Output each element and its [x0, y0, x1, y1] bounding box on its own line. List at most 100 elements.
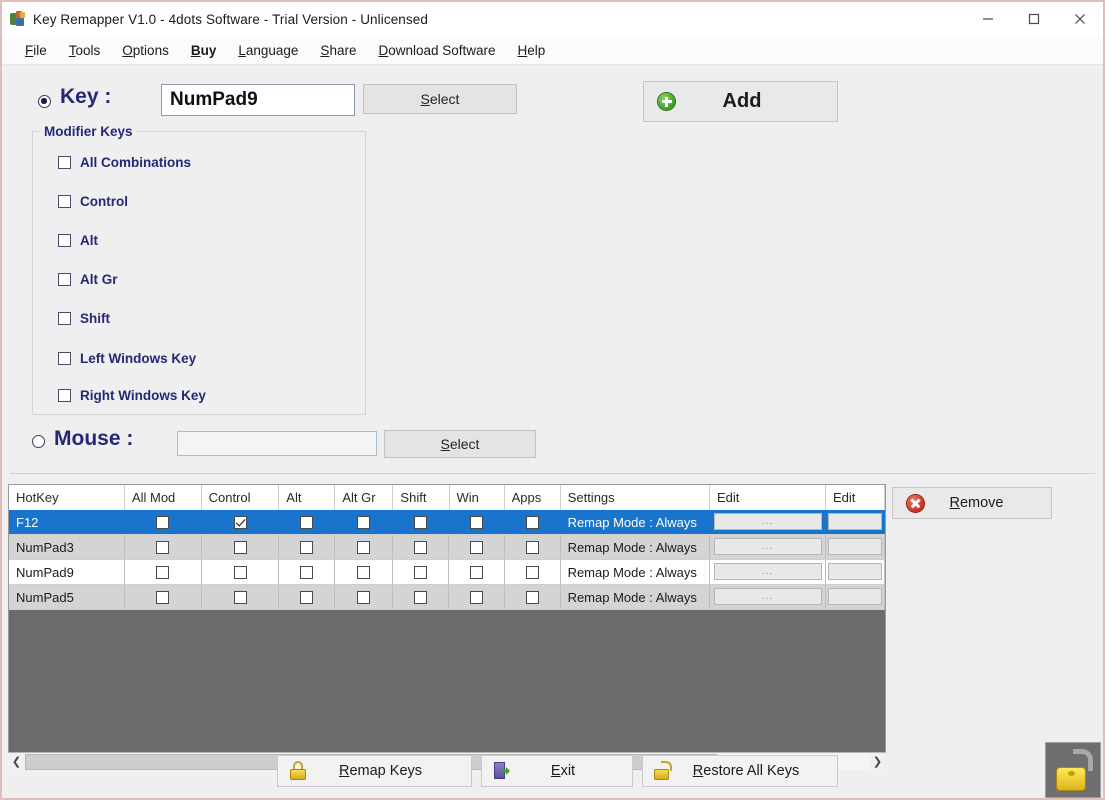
checkbox-icon[interactable]	[526, 541, 539, 554]
remove-button[interactable]: Remove	[892, 487, 1052, 519]
grid-col-all-mod[interactable]: All Mod	[125, 485, 202, 510]
menu-item-download-software[interactable]: Download Software	[367, 40, 506, 61]
cell-win[interactable]	[449, 560, 504, 584]
menu-item-help[interactable]: Help	[507, 40, 557, 61]
checkbox-icon[interactable]	[156, 516, 169, 529]
checkbox-icon[interactable]	[58, 234, 71, 247]
menu-item-options[interactable]: Options	[111, 40, 180, 61]
cell-edit-2[interactable]	[826, 585, 885, 609]
menu-item-tools[interactable]: Tools	[58, 40, 112, 61]
modifier-checkbox-alt-gr[interactable]: Alt Gr	[49, 272, 118, 287]
cell-edit-2[interactable]	[826, 510, 885, 534]
mouse-input[interactable]	[177, 431, 377, 456]
edit-ellipsis-button[interactable]: ...	[714, 563, 822, 580]
table-row[interactable]: NumPad5 Remap Mode : Always ...	[9, 585, 885, 610]
checkbox-icon[interactable]	[234, 516, 247, 529]
cell-edit[interactable]: ...	[710, 560, 826, 584]
edit2-ellipsis-button[interactable]	[828, 588, 883, 605]
cell-edit[interactable]: ...	[710, 510, 826, 534]
checkbox-icon[interactable]	[300, 516, 313, 529]
checkbox-icon[interactable]	[470, 591, 483, 604]
modifier-checkbox-alt[interactable]: Alt	[49, 233, 98, 248]
mouse-select-button[interactable]: Select	[384, 430, 536, 458]
checkbox-icon[interactable]	[234, 541, 247, 554]
checkbox-icon[interactable]	[470, 541, 483, 554]
cell-alt-gr[interactable]	[335, 510, 393, 534]
cell-edit-2[interactable]	[826, 560, 885, 584]
cell-apps[interactable]	[505, 535, 561, 559]
modifier-checkbox-left-windows-key[interactable]: Left Windows Key	[49, 351, 196, 366]
modifier-checkbox-all-combinations[interactable]: All Combinations	[49, 155, 191, 170]
cell-all-mod[interactable]	[125, 510, 202, 534]
edit2-ellipsis-button[interactable]	[828, 513, 883, 530]
checkbox-icon[interactable]	[58, 389, 71, 402]
license-status-lock[interactable]	[1045, 742, 1101, 798]
grid-col-control[interactable]: Control	[202, 485, 280, 510]
grid-col-edit-2[interactable]: Edit	[826, 485, 885, 510]
remap-keys-button[interactable]: Remap Keys	[277, 755, 472, 787]
cell-win[interactable]	[449, 510, 504, 534]
checkbox-icon[interactable]	[526, 566, 539, 579]
grid-col-apps[interactable]: Apps	[505, 485, 561, 510]
checkbox-icon[interactable]	[300, 566, 313, 579]
edit2-ellipsis-button[interactable]	[828, 563, 883, 580]
maximize-icon[interactable]	[1011, 2, 1057, 36]
grid-col-shift[interactable]: Shift	[393, 485, 449, 510]
cell-alt[interactable]	[279, 535, 335, 559]
cell-shift[interactable]	[393, 535, 449, 559]
restore-all-keys-button[interactable]: Restore All Keys	[642, 755, 838, 787]
grid-col-alt[interactable]: Alt	[279, 485, 335, 510]
cell-win[interactable]	[449, 585, 504, 609]
cell-alt-gr[interactable]	[335, 560, 393, 584]
cell-control[interactable]	[202, 585, 280, 609]
cell-apps[interactable]	[505, 560, 561, 584]
checkbox-icon[interactable]	[414, 541, 427, 554]
mouse-radio[interactable]	[32, 435, 45, 448]
checkbox-icon[interactable]	[357, 516, 370, 529]
grid-col-settings[interactable]: Settings	[561, 485, 710, 510]
cell-control[interactable]	[202, 560, 280, 584]
grid-col-hotkey[interactable]: HotKey	[9, 485, 125, 510]
close-icon[interactable]	[1057, 2, 1103, 36]
checkbox-icon[interactable]	[300, 591, 313, 604]
edit-ellipsis-button[interactable]: ...	[714, 588, 822, 605]
cell-all-mod[interactable]	[125, 535, 202, 559]
cell-shift[interactable]	[393, 560, 449, 584]
hotkey-grid[interactable]: HotKey All Mod Control Alt Alt Gr Shift …	[8, 484, 886, 770]
checkbox-icon[interactable]	[58, 195, 71, 208]
cell-apps[interactable]	[505, 510, 561, 534]
checkbox-icon[interactable]	[357, 591, 370, 604]
cell-apps[interactable]	[505, 585, 561, 609]
grid-col-alt-gr[interactable]: Alt Gr	[335, 485, 393, 510]
modifier-checkbox-control[interactable]: Control	[49, 194, 128, 209]
cell-alt[interactable]	[279, 585, 335, 609]
checkbox-icon[interactable]	[58, 312, 71, 325]
checkbox-icon[interactable]	[526, 516, 539, 529]
cell-shift[interactable]	[393, 585, 449, 609]
minimize-icon[interactable]	[965, 2, 1011, 36]
checkbox-icon[interactable]	[58, 273, 71, 286]
checkbox-icon[interactable]	[58, 352, 71, 365]
chevron-left-icon[interactable]: ❮	[8, 754, 25, 770]
add-button[interactable]: Add	[643, 81, 838, 122]
cell-all-mod[interactable]	[125, 585, 202, 609]
menu-item-language[interactable]: Language	[227, 40, 309, 61]
edit2-ellipsis-button[interactable]	[828, 538, 883, 555]
edit-ellipsis-button[interactable]: ...	[714, 538, 822, 555]
table-row[interactable]: NumPad9 Remap Mode : Always ...	[9, 560, 885, 585]
modifier-checkbox-shift[interactable]: Shift	[49, 311, 110, 326]
checkbox-icon[interactable]	[156, 566, 169, 579]
chevron-right-icon[interactable]: ❯	[869, 754, 886, 770]
menu-item-buy[interactable]: Buy	[180, 40, 228, 61]
cell-alt[interactable]	[279, 510, 335, 534]
key-input[interactable]: NumPad9	[161, 84, 355, 116]
cell-edit-2[interactable]	[826, 535, 885, 559]
table-row[interactable]: NumPad3 Remap Mode : Always ...	[9, 535, 885, 560]
checkbox-icon[interactable]	[234, 566, 247, 579]
checkbox-icon[interactable]	[58, 156, 71, 169]
cell-all-mod[interactable]	[125, 560, 202, 584]
checkbox-icon[interactable]	[357, 541, 370, 554]
checkbox-icon[interactable]	[470, 516, 483, 529]
cell-alt-gr[interactable]	[335, 585, 393, 609]
checkbox-icon[interactable]	[357, 566, 370, 579]
